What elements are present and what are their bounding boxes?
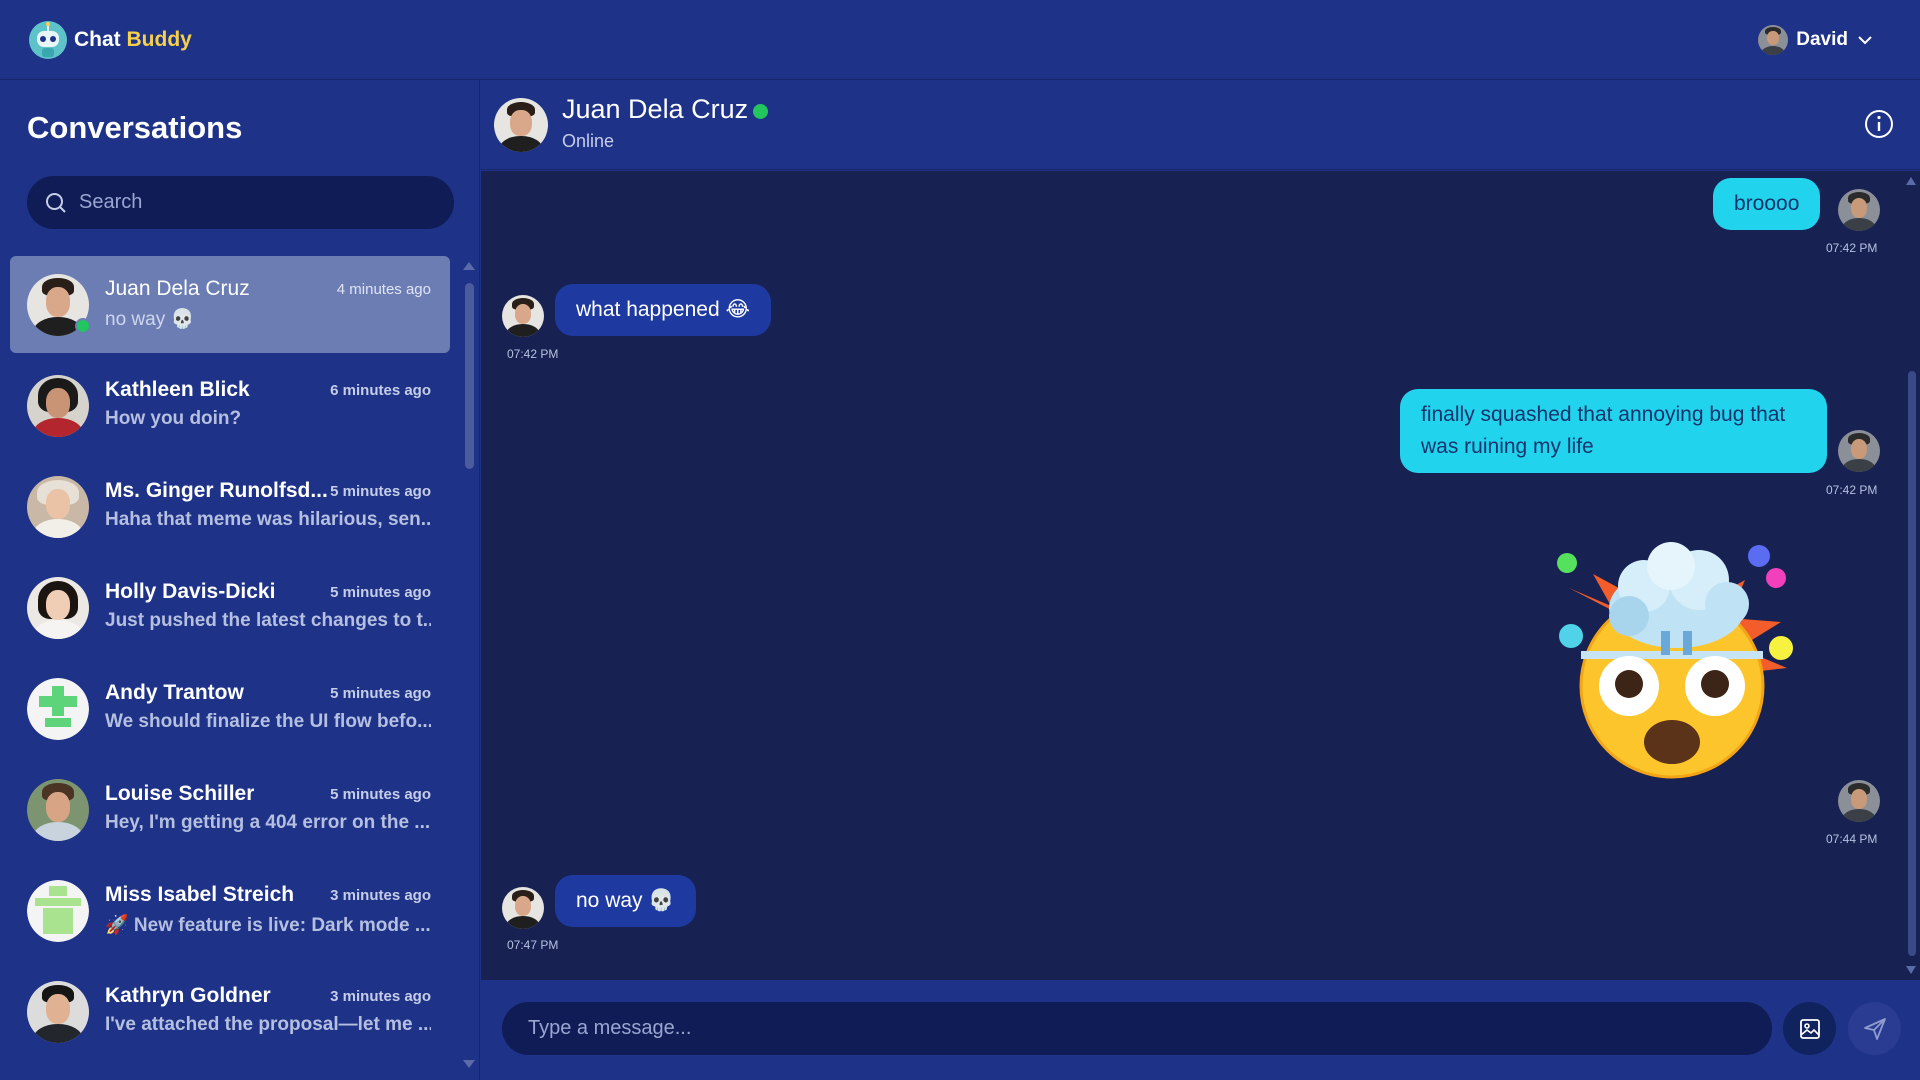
conversation-name: Kathleen Blick — [105, 377, 250, 401]
conversations-sidebar: Conversations Juan Dela Cruz 4 minutes a… — [0, 80, 480, 1080]
avatar — [27, 980, 89, 1043]
conversation-preview: Just pushed the latest changes to t... — [105, 609, 431, 631]
message-input[interactable] — [502, 1002, 1772, 1055]
conversation-item-kathleen-blick[interactable]: Kathleen Blick 6 minutes ago How you doi… — [10, 357, 450, 454]
peer-avatar[interactable] — [494, 98, 548, 152]
conversation-name: Ms. Ginger Runolfsd... — [105, 478, 327, 502]
peer-status: Online — [562, 131, 615, 151]
conversation-item-kathryn-goldner[interactable]: Kathryn Goldner 3 minutes ago I've attac… — [10, 963, 450, 1060]
message-thread: broooo 07:42 PM what happened 😂 07:42 PM… — [481, 171, 1920, 980]
message-time: 07:42 PM — [1826, 483, 1878, 497]
message-time: 07:42 PM — [1826, 241, 1878, 255]
chat-header: Juan Dela Cruz Online — [481, 80, 1920, 170]
conversation-name: Andy Trantow — [105, 680, 244, 704]
conversation-time: 5 minutes ago — [330, 583, 431, 601]
user-menu[interactable]: David — [1758, 24, 1874, 55]
sender-avatar — [502, 887, 544, 929]
chat-scrollbar[interactable] — [1908, 371, 1916, 956]
conversation-preview: I've attached the proposal—let me ... — [105, 1013, 431, 1035]
conversation-list: Juan Dela Cruz 4 minutes ago no way 💀 Ka… — [10, 256, 450, 1076]
conversation-time: 3 minutes ago — [330, 987, 431, 1005]
identicon-avatar — [27, 677, 89, 740]
sender-avatar — [1838, 189, 1880, 231]
exploding-head-sticker — [1557, 542, 1793, 779]
conversation-name: Holly Davis-Dicki — [105, 579, 276, 603]
image-icon — [1799, 1018, 1820, 1039]
conversation-item-louise-schiller[interactable]: Louise Schiller 5 minutes ago Hey, I'm g… — [10, 761, 450, 858]
message-bubble-outgoing: finally squashed that annoying bug that … — [1400, 389, 1827, 473]
info-icon[interactable] — [1863, 108, 1895, 140]
chevron-down-icon — [1858, 35, 1872, 44]
conversation-item-juan-dela-cruz[interactable]: Juan Dela Cruz 4 minutes ago no way 💀 — [10, 256, 450, 353]
message-bubble-incoming: what happened 😂 — [555, 284, 771, 336]
search-box[interactable] — [27, 176, 454, 229]
attach-image-button[interactable] — [1783, 1002, 1836, 1055]
conversation-item-andy-trantow[interactable]: Andy Trantow 5 minutes ago We should fin… — [10, 660, 450, 757]
conversation-item-ginger-runolfsdottir[interactable]: Ms. Ginger Runolfsd... 5 minutes ago Hah… — [10, 458, 450, 555]
scroll-down-arrow-icon[interactable] — [1906, 966, 1916, 974]
message-bubble-incoming: no way 💀 — [555, 875, 696, 927]
brand-name: Chat Buddy — [74, 27, 192, 51]
user-avatar — [1758, 24, 1789, 55]
conversation-preview: 🚀 New feature is live: Dark mode ... — [105, 914, 431, 936]
conversation-name: Kathryn Goldner — [105, 983, 271, 1007]
search-input[interactable] — [79, 191, 419, 214]
conversation-item-holly-davis-dicki[interactable]: Holly Davis-Dicki 5 minutes ago Just pus… — [10, 559, 450, 656]
top-bar: Chat Buddy David — [0, 0, 1920, 80]
conversation-time: 6 minutes ago — [330, 381, 431, 399]
online-status-dot — [753, 104, 768, 119]
conversation-name: Louise Schiller — [105, 781, 255, 805]
send-button[interactable] — [1848, 1002, 1901, 1055]
conversation-preview: We should finalize the UI flow befo... — [105, 710, 431, 732]
scroll-down-arrow-icon[interactable] — [463, 1060, 475, 1068]
brand[interactable]: Chat Buddy — [28, 20, 192, 60]
sender-avatar — [502, 295, 544, 337]
conversation-preview: Hey, I'm getting a 404 error on the ... — [105, 811, 431, 833]
message-composer — [481, 980, 1920, 1080]
avatar — [27, 778, 89, 841]
search-icon — [46, 192, 66, 213]
conversation-preview: no way 💀 — [105, 308, 195, 330]
peer-name: Juan Dela Cruz — [562, 94, 749, 124]
robot-logo-icon — [29, 20, 67, 59]
conversation-time: 5 minutes ago — [330, 785, 431, 803]
conversation-name: Miss Isabel Streich — [105, 882, 295, 906]
scroll-up-arrow-icon[interactable] — [463, 262, 475, 270]
conversation-name: Juan Dela Cruz — [105, 276, 250, 300]
send-icon — [1863, 1017, 1886, 1040]
user-name: David — [1796, 28, 1848, 50]
message-time: 07:44 PM — [1826, 832, 1878, 846]
avatar — [27, 576, 89, 639]
avatar — [27, 374, 89, 437]
avatar — [27, 475, 89, 538]
conversation-time: 5 minutes ago — [330, 684, 431, 702]
conversation-item-isabel-streich[interactable]: Miss Isabel Streich 3 minutes ago 🚀 New … — [10, 862, 450, 959]
sidebar-title: Conversations — [27, 110, 243, 145]
sender-avatar — [1838, 780, 1880, 822]
conversation-preview: Haha that meme was hilarious, sen... — [105, 508, 431, 530]
conversation-time: 5 minutes ago — [330, 482, 431, 500]
message-bubble-outgoing: broooo — [1713, 178, 1821, 230]
online-status-dot — [75, 318, 91, 334]
conversation-time: 4 minutes ago — [336, 280, 431, 298]
conversation-time: 3 minutes ago — [330, 886, 431, 904]
message-time: 07:47 PM — [507, 938, 559, 952]
identicon-avatar — [27, 879, 89, 942]
sidebar-scrollbar[interactable] — [465, 283, 474, 469]
sender-avatar — [1838, 430, 1880, 472]
message-time: 07:42 PM — [507, 347, 559, 361]
conversation-preview: How you doin? — [105, 407, 242, 429]
scroll-up-arrow-icon[interactable] — [1906, 177, 1916, 185]
